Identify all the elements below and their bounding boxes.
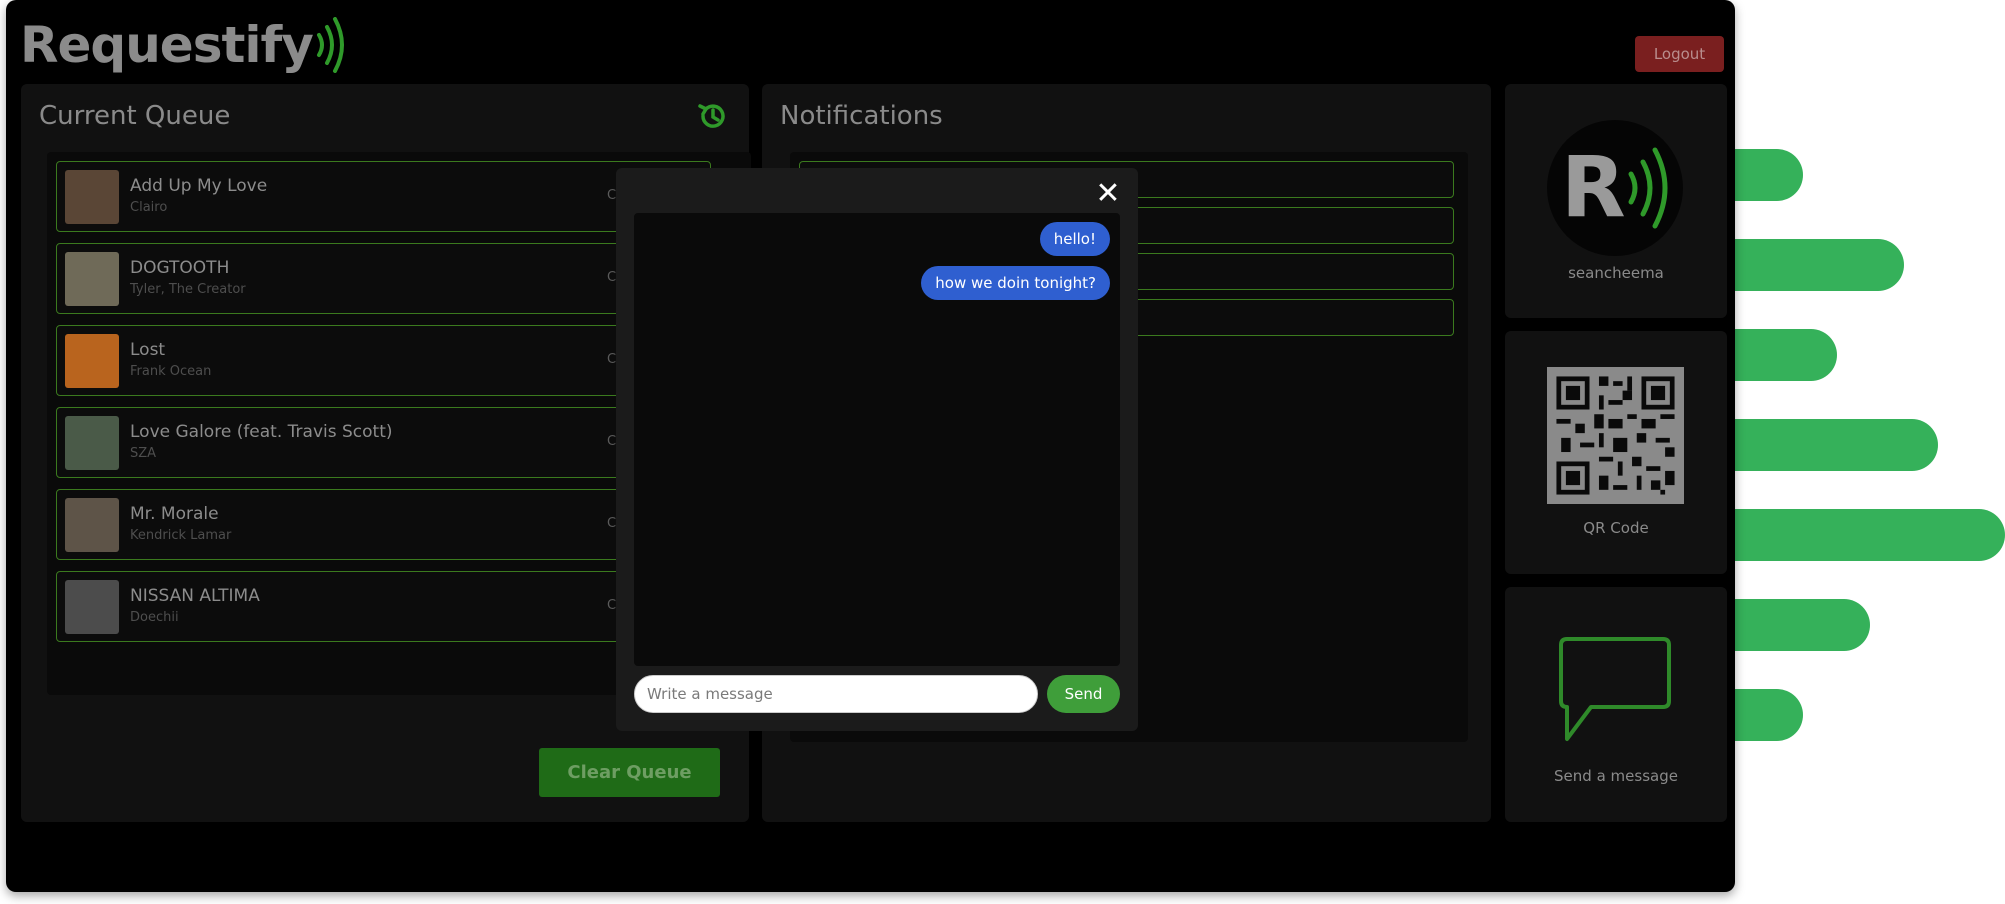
song-title: Love Galore (feat. Travis Scott) — [130, 422, 393, 442]
chat-message-bubble: hello! — [1039, 222, 1110, 256]
song-artist: Kendrick Lamar — [130, 528, 232, 543]
chat-bubble-icon — [1559, 637, 1671, 741]
song-extra: C — [607, 516, 617, 531]
qr-card[interactable]: QR Code — [1505, 331, 1727, 574]
signal-waves-icon — [1628, 147, 1668, 229]
close-icon[interactable]: ✕ — [1094, 179, 1122, 209]
decor-bar-7 — [1735, 689, 1803, 741]
song-artist: Clairo — [130, 200, 168, 215]
logout-button[interactable]: Logout — [1635, 36, 1724, 72]
decor-bar-6 — [1735, 599, 1870, 651]
app-window: Requestify Logout Current Queue Add Up M… — [6, 0, 1735, 892]
app-title: Requestify — [20, 16, 314, 74]
album-art — [65, 252, 119, 306]
song-title: Lost — [130, 340, 166, 360]
queue-song-row[interactable]: Love Galore (feat. Travis Scott) SZA C — [56, 407, 711, 478]
song-title: NISSAN ALTIMA — [130, 586, 260, 606]
song-artist: Tyler, The Creator — [130, 282, 246, 297]
signal-waves-icon — [316, 17, 344, 73]
profile-card: R seancheema — [1505, 84, 1727, 318]
avatar: R — [1547, 120, 1683, 256]
chat-messages-area: hello! how we doin tonight? — [634, 213, 1120, 666]
decor-bar-1 — [1735, 149, 1803, 201]
clear-queue-button[interactable]: Clear Queue — [539, 748, 720, 797]
song-extra: C — [607, 352, 617, 367]
song-extra: C — [607, 270, 617, 285]
decor-bar-3 — [1735, 329, 1837, 381]
album-art — [65, 498, 119, 552]
app-logo: Requestify — [20, 16, 349, 74]
chat-modal: ✕ hello! how we doin tonight? Send — [616, 168, 1138, 731]
message-input[interactable] — [634, 675, 1038, 713]
chat-message-bubble: how we doin tonight? — [921, 266, 1110, 300]
username: seancheema — [1568, 264, 1664, 282]
song-title: Add Up My Love — [130, 176, 268, 196]
history-icon[interactable] — [697, 100, 729, 132]
album-art — [65, 580, 119, 634]
song-artist: Doechii — [130, 610, 179, 625]
queue-song-row[interactable]: Mr. Morale Kendrick Lamar C — [56, 489, 711, 560]
song-extra: C — [607, 188, 617, 203]
send-message-card[interactable]: Send a message — [1505, 587, 1727, 822]
song-artist: SZA — [130, 446, 157, 461]
queue-title: Current Queue — [39, 101, 231, 131]
song-extra: C — [607, 434, 617, 449]
decor-bar-4 — [1735, 419, 1938, 471]
queue-song-row[interactable]: NISSAN ALTIMA Doechii C — [56, 571, 711, 642]
queue-song-row[interactable]: Add Up My Love Clairo C — [56, 161, 711, 232]
song-artist: Frank Ocean — [130, 364, 212, 379]
qr-code-image — [1547, 367, 1684, 504]
send-message-label: Send a message — [1554, 767, 1678, 785]
qr-label: QR Code — [1583, 519, 1649, 537]
avatar-letter: R — [1561, 138, 1626, 236]
song-title: Mr. Morale — [130, 504, 219, 524]
song-title: DOGTOOTH — [130, 258, 230, 278]
decor-bar-2 — [1735, 239, 1904, 291]
album-art — [65, 416, 119, 470]
notifications-title: Notifications — [780, 101, 943, 131]
queue-song-row[interactable]: DOGTOOTH Tyler, The Creator C — [56, 243, 711, 314]
queue-song-row[interactable]: Lost Frank Ocean C — [56, 325, 711, 396]
album-art — [65, 334, 119, 388]
album-art — [65, 170, 119, 224]
song-extra: C — [607, 598, 617, 613]
send-button[interactable]: Send — [1047, 675, 1120, 713]
decor-bar-5 — [1735, 509, 2005, 561]
